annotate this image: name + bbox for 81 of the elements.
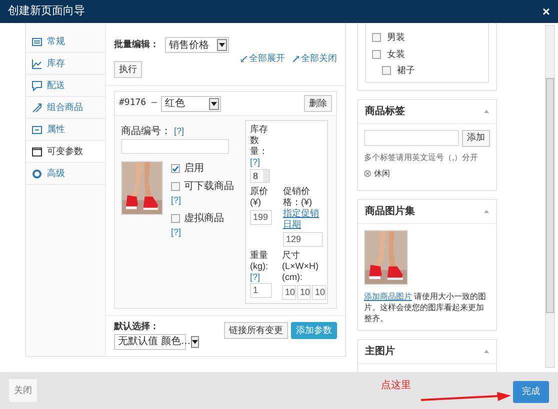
expand-all-link[interactable]: 全部展开 [249, 52, 285, 66]
category-label: 男装 [387, 31, 405, 44]
option-label: 可下载商品 [184, 180, 234, 194]
annotation-text: 点这里 [381, 378, 411, 393]
option-label: 虚拟商品 [184, 212, 224, 226]
collapse-icon[interactable] [484, 350, 489, 352]
remove-tag-icon[interactable] [364, 170, 371, 177]
window-icon [32, 146, 42, 156]
arrow-icon [421, 391, 511, 403]
sidebar-tab[interactable]: 库存 [26, 53, 105, 75]
variation-id: #9176 — [119, 96, 157, 110]
close-dialog-button[interactable]: 关闭 [9, 379, 37, 402]
chat-bubble-icon [32, 80, 42, 90]
tag-label: 休闲 [374, 168, 390, 180]
dimensions-label: 尺寸(L×W×H)(cm): [282, 250, 320, 283]
collapse-icon[interactable] [484, 110, 489, 112]
run-button[interactable]: 执行 [114, 61, 142, 78]
add-tag-button[interactable]: 添加 [462, 130, 490, 146]
caret-icon [208, 98, 219, 110]
finish-button[interactable]: 完成 [513, 381, 549, 403]
box-title: 商品标签 [365, 104, 405, 118]
link-all-button[interactable]: 链接所有变更 [224, 322, 288, 339]
checkbox[interactable] [171, 182, 180, 191]
category-label: 女装 [387, 48, 405, 60]
bulk-action-select[interactable]: 销售价格 [165, 37, 229, 53]
attribute-select[interactable]: 红色 [160, 96, 221, 112]
help-link[interactable]: [?] [250, 272, 278, 283]
gallery-note: 添加商品图片 请使用大小一致的图片。这样会使您的图库看起来更加整齐。 [364, 290, 488, 324]
chart-icon [32, 58, 42, 68]
help-link[interactable]: [?] [171, 226, 234, 239]
tag-field[interactable] [364, 130, 459, 146]
sale-price-label: 促销价格：(¥) [283, 186, 313, 208]
collapse-all-link[interactable]: 全部关闭 [301, 52, 337, 66]
checkbox[interactable] [171, 164, 180, 173]
caret-icon [190, 336, 199, 348]
default-label: 默认选择： [114, 320, 160, 333]
add-gallery-link[interactable]: 添加商品图片 [364, 292, 412, 300]
weight-label: 重量(kg): [250, 250, 269, 272]
close-button[interactable]: × [542, 2, 550, 22]
tag-icon [32, 102, 42, 112]
sidebar-tab[interactable]: 可变参数 [26, 141, 105, 163]
remove-button[interactable]: 删除 [304, 95, 332, 112]
category-label: 裙子 [397, 64, 415, 77]
tag-hint: 多个标签请用英文逗号（,）分开 [364, 152, 480, 164]
option-label: 启用 [184, 162, 204, 176]
window-title: 创建新页面向导 [8, 4, 85, 20]
gear-icon [32, 168, 42, 178]
caret-icon [217, 39, 227, 51]
schedule-link[interactable]: 指定促销日期 [283, 208, 323, 230]
sku-label: 商品编号： [121, 124, 171, 139]
stock-label: 库存数量： [250, 124, 269, 157]
sale-price-field[interactable]: 129 [283, 232, 323, 247]
sidebar-tab[interactable]: 高级 [26, 163, 105, 185]
regular-price-field[interactable]: 199 [250, 210, 272, 225]
checkbox[interactable] [382, 66, 391, 76]
help-link[interactable]: [?] [171, 194, 234, 208]
box-title: 主图片 [365, 344, 395, 358]
sidebar-tab[interactable]: 配送 [26, 75, 105, 97]
checkbox[interactable] [372, 50, 381, 59]
dimension-field[interactable]: 10 [282, 285, 296, 300]
list-icon [32, 36, 42, 46]
expand-icon [241, 56, 247, 62]
regular-price-label: 原价(¥) [250, 186, 269, 208]
help-link[interactable]: [?] [174, 124, 184, 138]
bulk-edit-label: 批量编辑： [114, 38, 159, 52]
collapse-icon [293, 56, 299, 62]
checkbox[interactable] [171, 214, 180, 222]
add-variation-button[interactable]: 添加参数 [291, 322, 337, 339]
dimension-field[interactable]: 10 [297, 285, 311, 300]
box-title: 商品图片集 [365, 204, 415, 218]
box-icon [32, 124, 42, 134]
collapse-icon[interactable] [484, 210, 489, 212]
sku-field[interactable] [121, 139, 229, 154]
stock-spinner[interactable]: 8 [250, 169, 270, 183]
help-link[interactable]: [?] [250, 157, 323, 168]
dimension-field[interactable]: 10 [312, 285, 326, 300]
sidebar-tab[interactable]: 组合商品 [26, 97, 105, 119]
weight-field[interactable]: 1 [250, 283, 272, 298]
sidebar-tab[interactable]: 常规 [26, 31, 105, 53]
checkbox[interactable] [372, 33, 381, 42]
scrollbar[interactable] [545, 25, 555, 368]
